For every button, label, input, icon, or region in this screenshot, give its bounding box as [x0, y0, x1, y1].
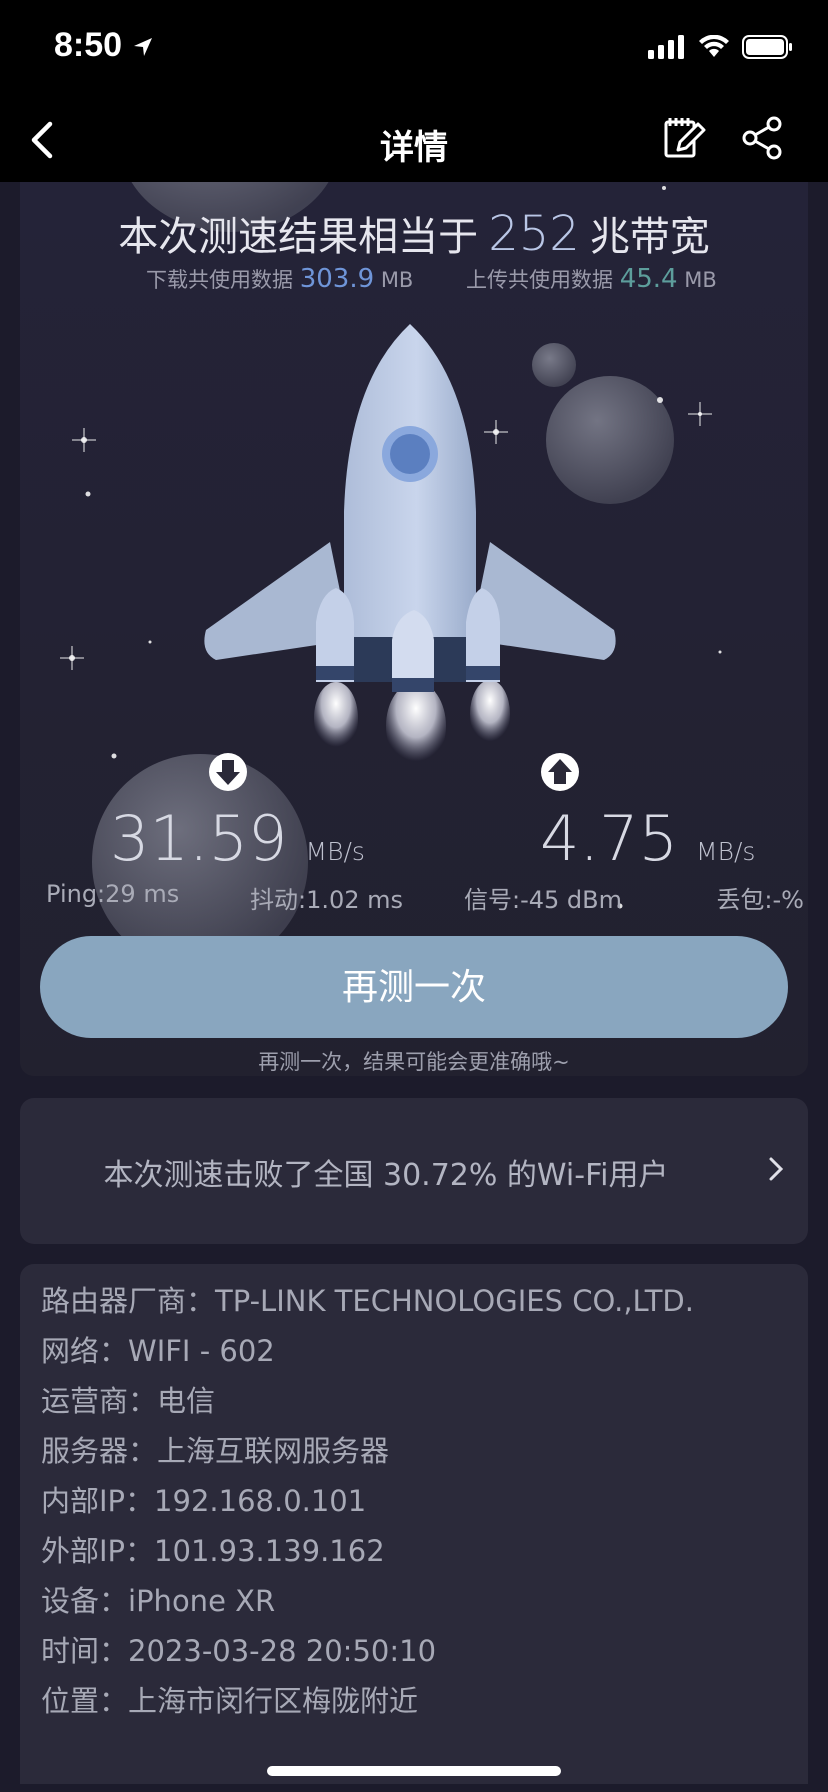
info-label: 时间： [41, 1634, 129, 1668]
info-value: TP-LINK TECHNOLOGIES CO.,LTD. [215, 1284, 694, 1318]
info-label: 服务器： [41, 1434, 158, 1468]
download-speed-value: 31.59 [110, 802, 288, 875]
info-value: iPhone XR [128, 1584, 276, 1618]
download-speed: 31.59 MB/s [110, 802, 365, 875]
ranking-text: 本次测速击败了全国 30.72% 的Wi-Fi用户 [103, 1158, 669, 1193]
info-row-network: 网络：WIFI - 602 [41, 1328, 275, 1370]
info-value: 上海市闵行区梅陇附近 [128, 1684, 419, 1718]
info-label: 内部IP： [41, 1484, 155, 1518]
home-indicator[interactable] [267, 1766, 561, 1776]
retest-button[interactable]: 再测一次 [40, 936, 788, 1038]
upload-speed: 4.75 MB/s [540, 802, 755, 875]
ping-metric: Ping:29 ms [46, 880, 180, 908]
upload-speed-value: 4.75 [540, 802, 679, 875]
info-row-time: 时间：2023-03-28 20:50:10 [41, 1628, 436, 1670]
upload-speed-unit: MB/s [696, 837, 756, 866]
info-value: 101.93.139.162 [154, 1534, 385, 1568]
info-label: 设备： [41, 1584, 129, 1618]
info-row-external-ip: 外部IP：101.93.139.162 [41, 1528, 385, 1570]
info-label: 位置： [41, 1684, 129, 1718]
bandwidth-value: 252 [488, 206, 580, 262]
network-info-card: 路由器厂商：TP-LINK TECHNOLOGIES CO.,LTD. 网络：W… [20, 1264, 808, 1784]
nav-bar: 详情 [0, 100, 828, 182]
download-usage-value: 303.9 [299, 264, 375, 294]
share-icon[interactable] [740, 116, 784, 160]
info-label: 网络： [41, 1334, 129, 1368]
signal-metric: 信号:-45 dBm [464, 886, 622, 914]
info-value: 电信 [157, 1384, 216, 1418]
info-row-carrier: 运营商：电信 [41, 1378, 215, 1420]
jitter-metric: 抖动:1.02 ms [250, 886, 404, 914]
info-value: 192.168.0.101 [154, 1484, 367, 1518]
upload-usage-label: 上传共使用数据 [466, 268, 613, 292]
download-arrow-icon [209, 753, 247, 791]
download-data-usage: 下载共使用数据 303.9 MB [146, 264, 413, 294]
info-row-router: 路由器厂商：TP-LINK TECHNOLOGIES CO.,LTD. [41, 1278, 694, 1320]
info-value: WIFI - 602 [128, 1334, 275, 1368]
info-row-location: 位置：上海市闵行区梅陇附近 [41, 1678, 418, 1720]
headline-suffix: 兆带宽 [589, 214, 710, 260]
upload-usage-value: 45.4 [619, 264, 678, 294]
info-label: 路由器厂商： [41, 1284, 216, 1318]
download-usage-label: 下载共使用数据 [146, 268, 293, 292]
info-label: 外部IP： [41, 1534, 155, 1568]
upload-usage-unit: MB [684, 268, 717, 292]
download-usage-unit: MB [380, 268, 414, 292]
upload-data-usage: 上传共使用数据 45.4 MB [466, 264, 717, 294]
upload-arrow-icon [541, 753, 579, 791]
info-row-device: 设备：iPhone XR [41, 1578, 275, 1620]
location-arrow-icon [134, 38, 152, 56]
packet-loss-metric: 丢包:-% [716, 886, 804, 914]
download-speed-unit: MB/s [305, 837, 365, 866]
info-label: 运营商： [41, 1384, 158, 1418]
info-row-server: 服务器：上海互联网服务器 [41, 1428, 389, 1470]
headline-prefix: 本次测速结果相当于 [118, 214, 479, 260]
speed-result-panel: 本次测速结果相当于 252 兆带宽 下载共使用数据 303.9 MB 上传共使用数据… [20, 182, 808, 1076]
edit-notes-icon[interactable] [662, 114, 708, 160]
info-row-internal-ip: 内部IP：192.168.0.101 [41, 1478, 366, 1520]
status-time: 8:50 [54, 26, 123, 64]
signal-icon [648, 35, 684, 59]
ranking-card[interactable]: 本次测速击败了全国 30.72% 的Wi-Fi用户 [20, 1098, 808, 1244]
info-value: 上海互联网服务器 [157, 1434, 390, 1468]
status-bar: 8:50 [0, 0, 828, 100]
wifi-icon [699, 35, 729, 57]
bandwidth-headline: 本次测速结果相当于 252 兆带宽 [20, 204, 808, 262]
battery-icon [742, 35, 792, 59]
chevron-right-icon [769, 1157, 784, 1181]
retest-hint: 再测一次，结果可能会更准确哦~ [258, 1050, 570, 1074]
info-value: 2023-03-28 20:50:10 [128, 1634, 437, 1668]
